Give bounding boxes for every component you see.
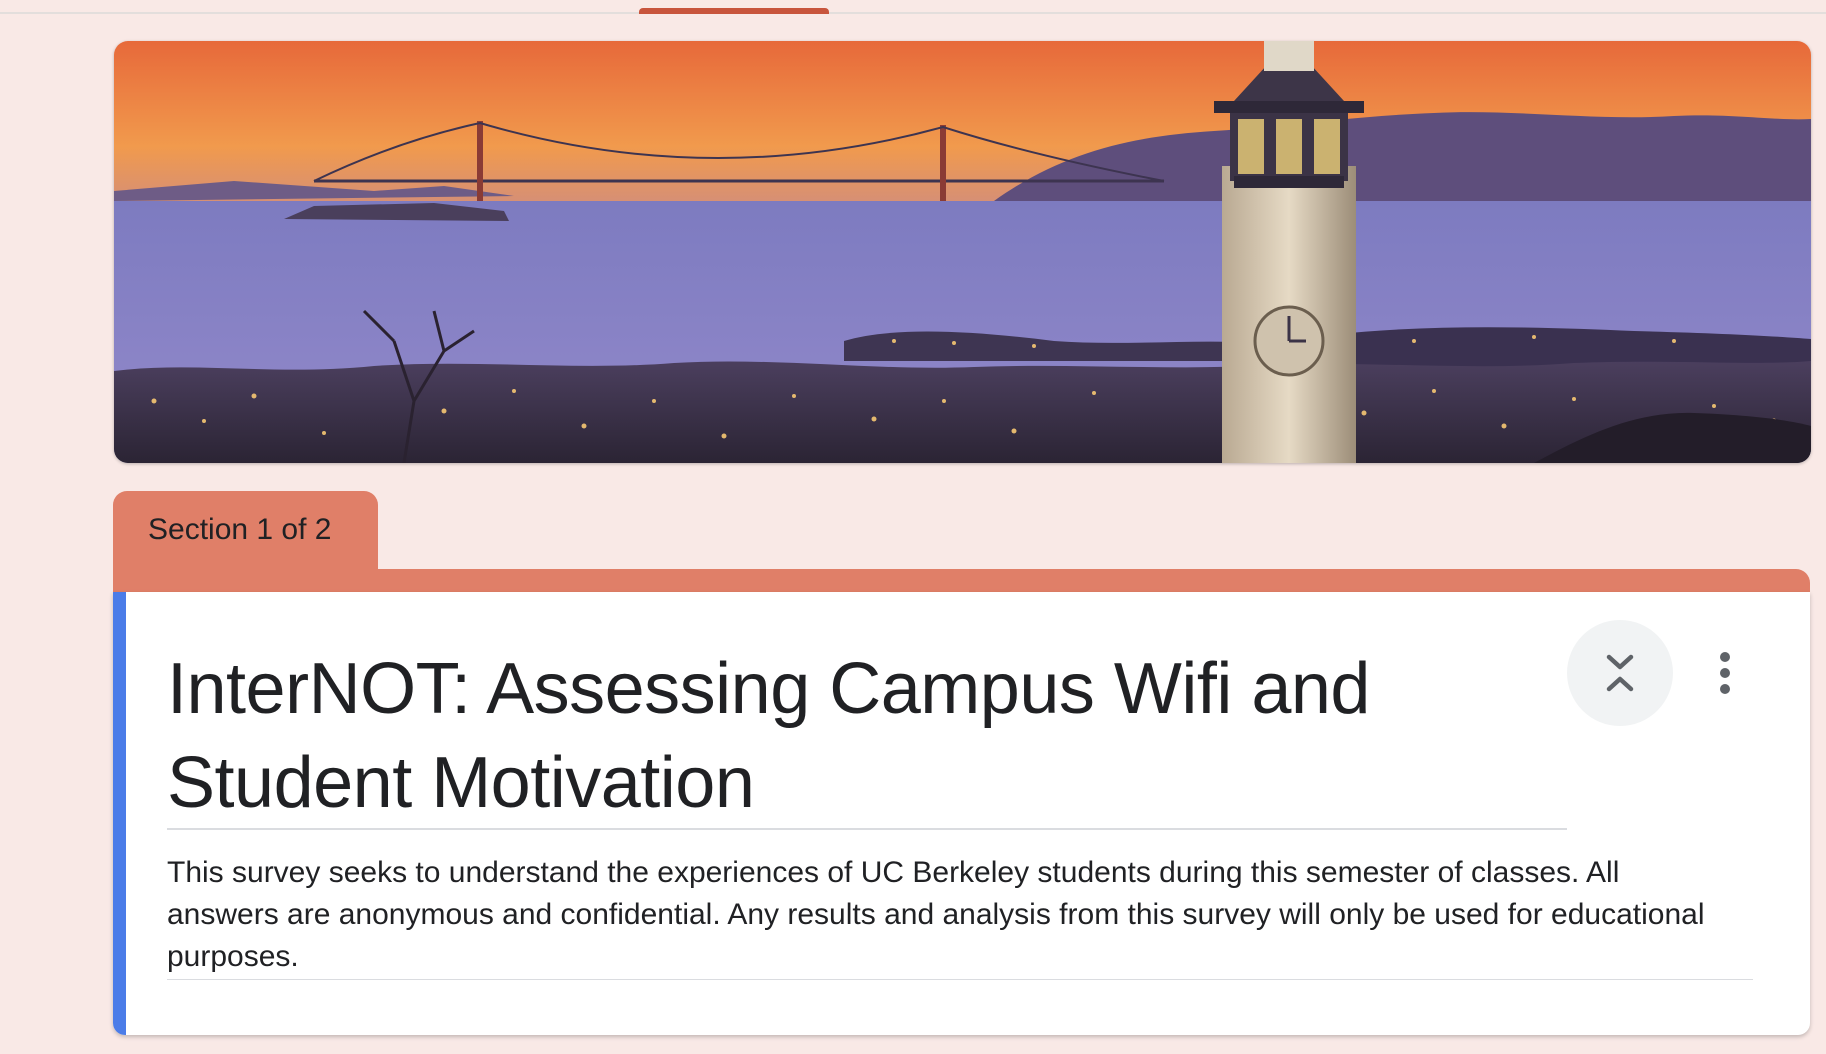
form-title[interactable]: InterNOT: Assessing Campus Wifi and Stud…: [167, 642, 1387, 830]
title-underline: [167, 828, 1567, 830]
banner-illustration: [114, 41, 1811, 463]
form-description[interactable]: This survey seeks to understand the expe…: [167, 852, 1727, 978]
description-underline: [167, 979, 1753, 980]
section-tab: Section 1 of 2: [113, 491, 378, 571]
active-tab-indicator: [639, 8, 829, 14]
top-tab-strip: [0, 0, 1826, 14]
more-options-button[interactable]: [1705, 645, 1745, 701]
header-banner-image: [114, 41, 1811, 463]
more-vert-icon: [1720, 652, 1730, 694]
collapse-section-button[interactable]: [1567, 620, 1673, 726]
section-tab-label: Section 1 of 2: [148, 513, 332, 546]
card-focus-accent: [113, 592, 126, 1035]
form-editor-page: Section 1 of 2 InterNOT: Assessing Campu…: [0, 0, 1826, 1054]
collapse-section-icon: [1606, 654, 1634, 692]
form-header-card[interactable]: InterNOT: Assessing Campus Wifi and Stud…: [113, 592, 1810, 1035]
